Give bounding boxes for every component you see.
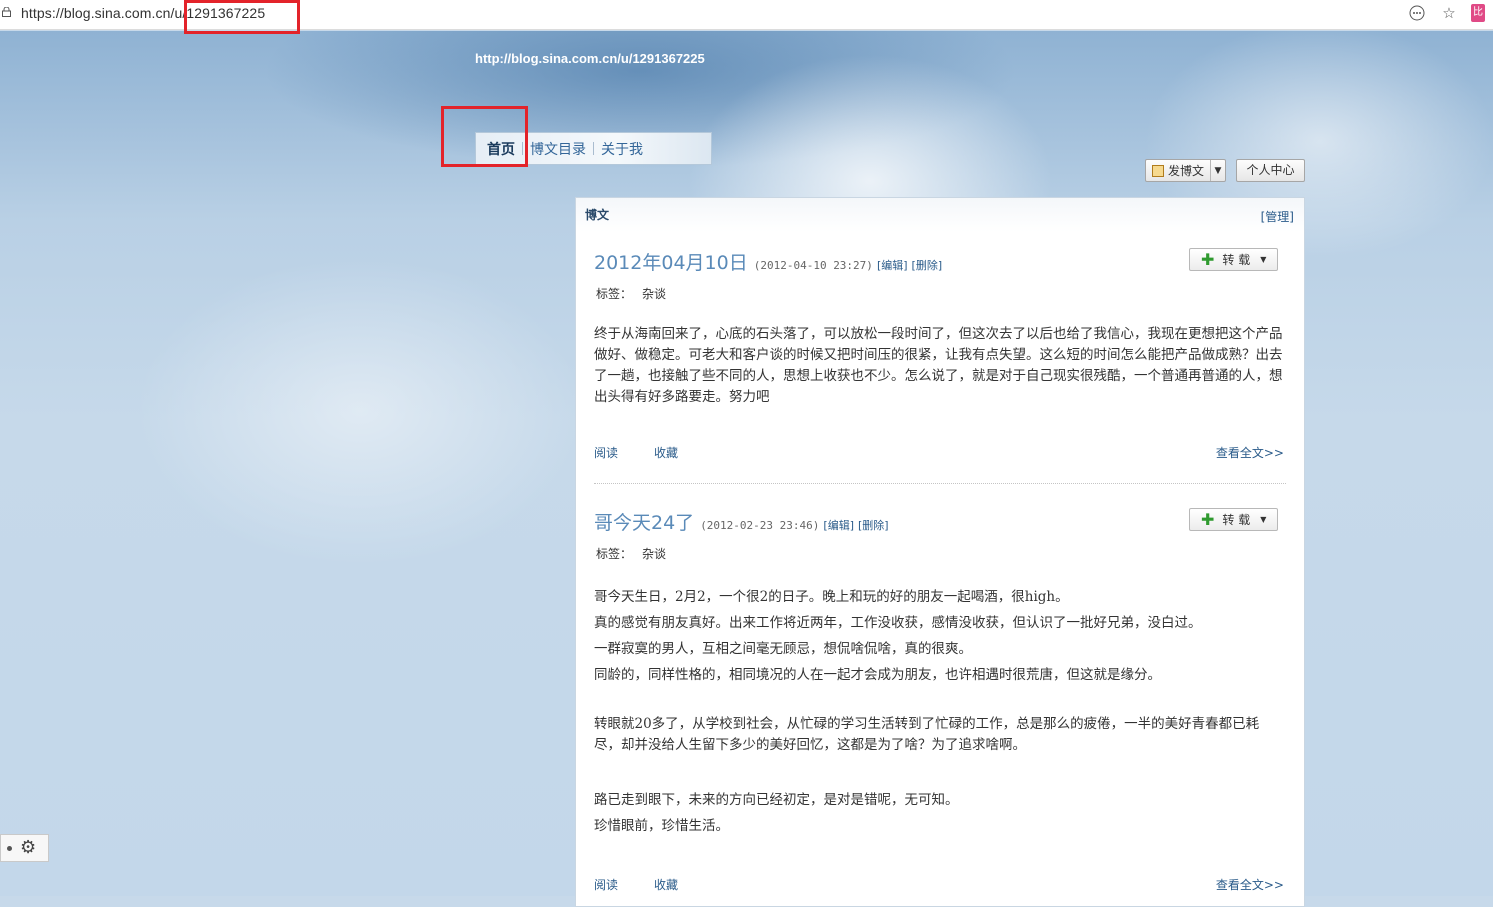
article-date: (2012-04-10 23:27) <box>753 259 873 272</box>
article-item: 2012年04月10日 (2012-04-10 23:27) [编辑] [删除]… <box>594 248 1286 464</box>
manage-link[interactable]: [管理] <box>1261 208 1294 225</box>
extension-icon[interactable]: 比 <box>1471 4 1485 22</box>
more-options-icon[interactable] <box>1407 3 1427 23</box>
bookmark-star-icon[interactable]: ☆ <box>1439 3 1459 23</box>
repost-button[interactable]: ✚ 转 载 ▼ <box>1189 248 1278 271</box>
gear-icon[interactable]: ⚙ <box>20 839 36 857</box>
article-paragraph: 转眼就20多了，从学校到社会，从忙碌的学习生活转到了忙碌的工作，总是那么的疲倦，… <box>594 716 1260 753</box>
edit-link[interactable]: [编辑] <box>877 257 908 273</box>
article-paragraph: 珍惜眼前，珍惜生活。 <box>594 818 729 834</box>
highlight-box-nav <box>441 106 528 167</box>
tag-link[interactable]: 杂谈 <box>642 287 666 301</box>
repost-button[interactable]: ✚ 转 载 ▼ <box>1189 508 1278 531</box>
article-date: (2012-02-23 23:46) <box>700 519 820 532</box>
lock-icon <box>2 7 11 17</box>
panel-header: 博文 [管理] <box>576 198 1304 232</box>
delete-link[interactable]: [删除] <box>858 517 889 533</box>
favorite-link[interactable]: 收藏 <box>654 444 678 461</box>
dot-icon[interactable] <box>7 845 12 851</box>
personal-center-button[interactable]: 个人中心 <box>1236 159 1305 182</box>
article-footer: 阅读 收藏 查看全文>> <box>594 444 1286 464</box>
read-link[interactable]: 阅读 <box>594 876 618 893</box>
read-more-link[interactable]: 查看全文>> <box>1216 876 1284 893</box>
panel-title: 博文 <box>585 208 610 222</box>
article-item: 哥今天24了 (2012-02-23 23:46) [编辑] [删除] ✚ 转 … <box>594 508 1286 896</box>
tags-label: 标签： <box>596 547 633 561</box>
nav-item-about[interactable]: 关于我 <box>594 139 650 159</box>
repost-label: 转 载 <box>1222 513 1251 527</box>
caret-down-icon: ▼ <box>1260 255 1267 264</box>
article-title[interactable]: 2012年04月10日 <box>594 248 748 275</box>
read-more-link[interactable]: 查看全文>> <box>1216 444 1284 461</box>
article-divider <box>594 483 1286 484</box>
plus-icon: ✚ <box>1201 509 1215 529</box>
favorite-link[interactable]: 收藏 <box>654 876 678 893</box>
edit-link[interactable]: [编辑] <box>823 517 854 533</box>
article-tags: 标签： 杂谈 <box>594 285 1286 302</box>
url-prefix: https://blog.sina.com.cn/u/ <box>21 5 187 21</box>
floating-toolbar: ⚙ <box>0 834 49 862</box>
delete-link[interactable]: [删除] <box>912 257 943 273</box>
article-body: 哥今天生日，2月2，一个很2的日子。晚上和玩的好的朋友一起喝酒，很high。 真… <box>594 584 1286 839</box>
blog-url-header[interactable]: http://blog.sina.com.cn/u/1291367225 <box>475 51 705 66</box>
edit-icon <box>1152 164 1164 177</box>
article-paragraph: 终于从海南回来了，心底的石头落了，可以放松一段时间了，但这次去了以后也给了我信心… <box>594 326 1283 405</box>
article-paragraph: 哥今天生日，2月2，一个很2的日子。晚上和玩的好的朋友一起喝酒，很high。 <box>594 589 1069 605</box>
article-body: 终于从海南回来了，心底的石头落了，可以放松一段时间了，但这次去了以后也给了我信心… <box>594 324 1286 408</box>
article-footer: 阅读 收藏 查看全文>> <box>594 876 1286 896</box>
nav-item-articles[interactable]: 博文目录 <box>523 139 593 159</box>
read-link[interactable]: 阅读 <box>594 444 618 461</box>
caret-down-icon: ▼ <box>1260 515 1267 524</box>
post-article-button[interactable]: 发博文 ▼ <box>1145 159 1226 182</box>
article-paragraph: 路已走到眼下，未来的方向已经初定，是对是错呢，无可知。 <box>594 792 959 808</box>
highlight-box-url <box>184 0 300 34</box>
post-article-label: 发博文 <box>1168 164 1205 178</box>
article-tags: 标签： 杂谈 <box>594 545 1286 562</box>
articles-panel: 博文 [管理] 2012年04月10日 (2012-04-10 23:27) [… <box>575 197 1305 907</box>
tags-label: 标签： <box>596 287 633 301</box>
tag-link[interactable]: 杂谈 <box>642 547 666 561</box>
article-paragraph: 同龄的，同样性格的，相同境况的人在一起才会成为朋友，也许相遇时很荒唐，但这就是缘… <box>594 667 1161 683</box>
dropdown-arrow-icon[interactable]: ▼ <box>1210 160 1225 181</box>
plus-icon: ✚ <box>1201 249 1215 269</box>
article-title[interactable]: 哥今天24了 <box>594 508 694 535</box>
article-paragraph: 一群寂寞的男人，互相之间毫无顾忌，想侃啥侃啥，真的很爽。 <box>594 641 972 657</box>
repost-label: 转 载 <box>1222 253 1251 267</box>
article-paragraph: 真的感觉有朋友真好。出来工作将近两年，工作没收获，感情没收获，但认识了一批好兄弟… <box>594 615 1202 631</box>
